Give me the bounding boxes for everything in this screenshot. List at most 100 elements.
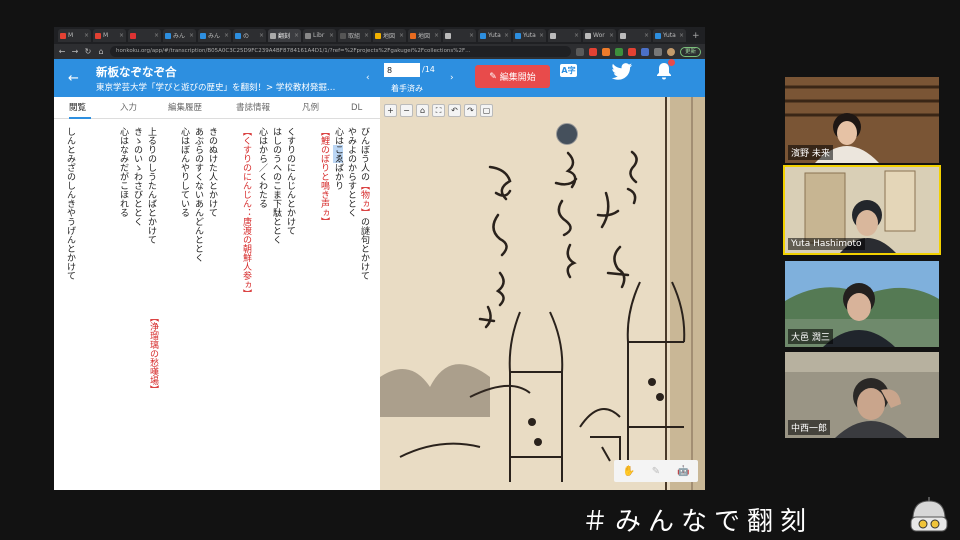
user-avatar[interactable] bbox=[556, 123, 578, 145]
viewer-tool-button[interactable]: + bbox=[384, 104, 397, 117]
profile-avatar[interactable] bbox=[666, 47, 675, 56]
browser-tab[interactable]: × bbox=[548, 29, 581, 42]
translate-icon[interactable]: A字 bbox=[560, 64, 577, 77]
close-tab-icon[interactable]: × bbox=[154, 32, 159, 39]
extension-icon[interactable] bbox=[601, 47, 610, 56]
tab-input[interactable]: 入力 bbox=[120, 97, 137, 119]
close-tab-icon[interactable]: × bbox=[364, 32, 369, 39]
close-tab-icon[interactable]: × bbox=[469, 32, 474, 39]
back-nav-icon[interactable]: ← bbox=[58, 47, 66, 56]
browser-tab[interactable]: Wor × bbox=[583, 29, 616, 42]
extensions-puzzle-icon[interactable] bbox=[653, 47, 662, 56]
browser-tab[interactable]: Libr × bbox=[303, 29, 336, 42]
breadcrumb[interactable]: 東京学芸大学「学びと遊びの歴史」を翻刻！> 学校教材発掘… bbox=[96, 81, 350, 93]
participant-tile[interactable]: 中西一郎 bbox=[785, 352, 939, 438]
browser-tab-label: みん bbox=[173, 33, 186, 40]
browser-tab[interactable]: みん × bbox=[198, 29, 231, 42]
page-number-input[interactable] bbox=[384, 63, 420, 77]
hand-pan-icon[interactable]: ✋ bbox=[622, 466, 634, 477]
participant-tile-active-speaker[interactable]: Yuta Hashimoto bbox=[783, 165, 941, 255]
close-tab-icon[interactable]: × bbox=[574, 32, 579, 39]
close-tab-icon[interactable]: × bbox=[679, 32, 684, 39]
browser-tab-label: 地図 bbox=[383, 33, 396, 40]
document-scan bbox=[380, 97, 705, 490]
document-image-viewer[interactable]: + − ⌂ ⛶ ↶ ↷ ▢ ✋ ✎ 🤖 bbox=[380, 97, 705, 490]
pencil-icon: ✎ bbox=[489, 71, 497, 82]
tab-bibliographic-info[interactable]: 書誌情報 bbox=[236, 97, 270, 119]
browser-tabstrip: M × M × × みん × みん × の × 翻刻 × Libr × 取組 × 地図 × 地図 × × Yuta × Yuta… bbox=[54, 27, 705, 44]
back-arrow-icon[interactable]: ← bbox=[68, 71, 79, 86]
browser-tab[interactable]: みん × bbox=[163, 29, 196, 42]
tab-view[interactable]: 閲覧 bbox=[69, 97, 91, 119]
prev-page-button[interactable]: ‹ bbox=[366, 73, 370, 83]
close-tab-icon[interactable]: × bbox=[644, 32, 649, 39]
update-button[interactable]: 更新 bbox=[679, 46, 701, 57]
viewer-tool-button[interactable]: ▢ bbox=[480, 104, 493, 117]
extension-icon[interactable] bbox=[575, 47, 584, 56]
pencil-icon[interactable]: ✎ bbox=[652, 466, 660, 477]
edit-start-label: 編集開始 bbox=[499, 73, 536, 83]
browser-tab-label: 翻刻 bbox=[278, 33, 291, 40]
favicon-icon bbox=[550, 32, 556, 39]
close-tab-icon[interactable]: × bbox=[259, 32, 264, 39]
close-tab-icon[interactable]: × bbox=[329, 32, 334, 39]
browser-tab[interactable]: × bbox=[618, 29, 651, 42]
participant-tile[interactable]: 大邑 潤三 bbox=[785, 261, 939, 347]
close-tab-icon[interactable]: × bbox=[119, 32, 124, 39]
new-tab-button[interactable]: + bbox=[692, 31, 700, 41]
browser-tab[interactable]: Yuta × bbox=[513, 29, 546, 42]
viewer-tool-button[interactable]: ⛶ bbox=[432, 104, 445, 117]
browser-tab-label: M bbox=[103, 32, 109, 39]
close-tab-icon[interactable]: × bbox=[189, 32, 194, 39]
favicon-icon bbox=[445, 32, 451, 39]
robot-icon[interactable]: 🤖 bbox=[677, 466, 689, 477]
close-tab-icon[interactable]: × bbox=[224, 32, 229, 39]
browser-tab[interactable]: の × bbox=[233, 29, 266, 42]
close-tab-icon[interactable]: × bbox=[294, 32, 299, 39]
browser-tab[interactable]: 地図 × bbox=[373, 29, 406, 42]
address-bar: ← → ↻ ⌂ honkoku.org/app/#/transcription/… bbox=[54, 44, 705, 59]
browser-tab-label: の bbox=[243, 33, 250, 40]
browser-tab[interactable]: Yuta × bbox=[478, 29, 511, 42]
edit-start-button[interactable]: ✎ 編集開始 bbox=[475, 65, 550, 88]
viewer-tool-button[interactable]: ⌂ bbox=[416, 104, 429, 117]
viewer-tool-button[interactable]: ↷ bbox=[464, 104, 477, 117]
browser-window: M × M × × みん × みん × の × 翻刻 × Libr × 取組 × 地図 × 地図 × × Yuta × Yuta… bbox=[54, 27, 705, 490]
text-line: 心はこゑばかり bbox=[333, 127, 343, 190]
next-page-button[interactable]: › bbox=[450, 73, 454, 83]
browser-tab[interactable]: 地図 × bbox=[408, 29, 441, 42]
close-tab-icon[interactable]: × bbox=[504, 32, 509, 39]
tab-download[interactable]: DL bbox=[351, 97, 362, 119]
browser-tab-label: 取組 bbox=[348, 33, 361, 40]
close-tab-icon[interactable]: × bbox=[609, 32, 614, 39]
viewer-tool-button[interactable]: ↶ bbox=[448, 104, 461, 117]
reload-icon[interactable]: ↻ bbox=[84, 47, 92, 56]
extension-icon[interactable] bbox=[614, 47, 623, 56]
close-tab-icon[interactable]: × bbox=[399, 32, 404, 39]
browser-tab[interactable]: × bbox=[443, 29, 476, 42]
close-tab-icon[interactable]: × bbox=[434, 32, 439, 39]
favicon-icon bbox=[235, 32, 241, 39]
favicon-icon bbox=[305, 32, 311, 39]
url-field[interactable]: honkoku.org/app/#/transcription/B05A0C3C… bbox=[110, 46, 571, 57]
text-line: 心はぼんやりしている bbox=[179, 127, 189, 217]
tab-legend[interactable]: 凡例 bbox=[302, 97, 319, 119]
browser-tab[interactable]: × bbox=[128, 29, 161, 42]
tab-history[interactable]: 編集履歴 bbox=[168, 97, 202, 119]
close-tab-icon[interactable]: × bbox=[539, 32, 544, 39]
close-tab-icon[interactable]: × bbox=[84, 32, 89, 39]
browser-tab[interactable]: 取組 × bbox=[338, 29, 371, 42]
home-icon[interactable]: ⌂ bbox=[97, 47, 105, 56]
browser-tab[interactable]: M × bbox=[58, 29, 91, 42]
browser-tab[interactable]: 翻刻 × bbox=[268, 29, 301, 42]
extension-icon[interactable] bbox=[588, 47, 597, 56]
browser-tab-label: Yuta bbox=[523, 32, 536, 39]
viewer-tool-button[interactable]: − bbox=[400, 104, 413, 117]
extension-icon[interactable] bbox=[627, 47, 636, 56]
participant-tile[interactable]: 濱野 未来 bbox=[785, 77, 939, 163]
twitter-icon[interactable] bbox=[611, 62, 633, 82]
browser-tab[interactable]: M × bbox=[93, 29, 126, 42]
browser-tab[interactable]: Yuta × bbox=[653, 29, 686, 42]
extension-icon[interactable] bbox=[640, 47, 649, 56]
forward-nav-icon[interactable]: → bbox=[71, 47, 79, 56]
